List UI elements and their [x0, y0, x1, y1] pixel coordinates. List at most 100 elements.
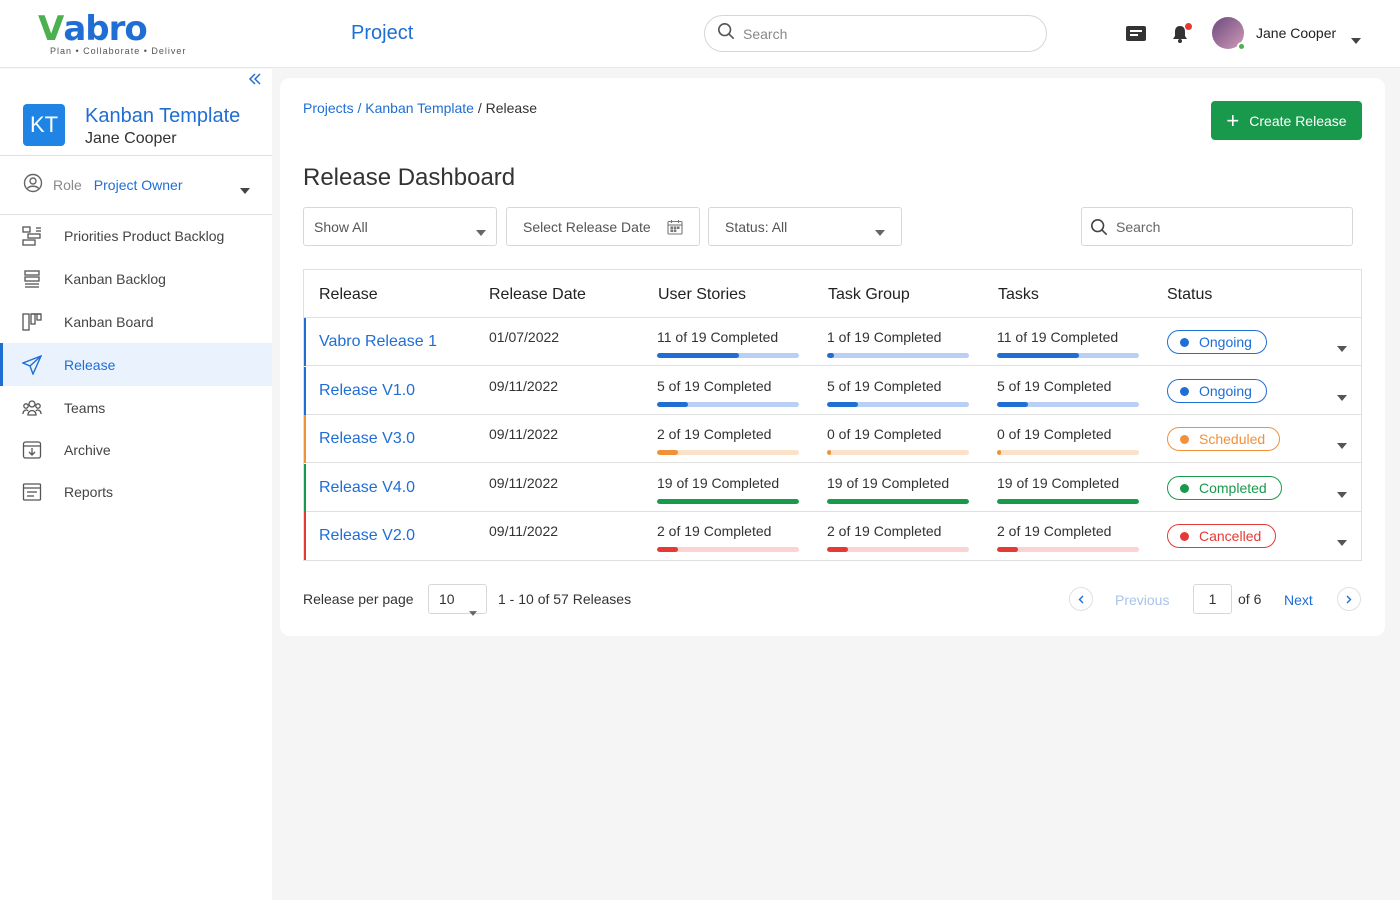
row-expand-chevron-icon[interactable] — [1337, 485, 1347, 503]
status-badge: Ongoing — [1167, 379, 1267, 403]
tasks-progress: 0 of 19 Completed — [997, 426, 1139, 455]
table-row[interactable]: Release V2.0 09/11/2022 2 of 19 Completed… — [304, 512, 1361, 560]
user-stories-progress-text: 5 of 19 Completed — [657, 378, 772, 394]
task-group-progress-track — [827, 402, 969, 407]
release-date: 09/11/2022 — [489, 475, 559, 491]
breadcrumb-separator: / — [353, 100, 366, 116]
user-stories-progress-fill — [657, 402, 689, 407]
table-row[interactable]: Release V3.0 09/11/2022 2 of 19 Completed… — [304, 415, 1361, 463]
page-title: Project — [351, 22, 414, 44]
table-header: Release Release Date User Stories Task G… — [304, 270, 1361, 318]
message-icon[interactable] — [1125, 24, 1147, 47]
release-name-link[interactable]: Release V2.0 — [319, 527, 415, 545]
row-status-indicator — [304, 512, 306, 560]
previous-page-chevron-icon[interactable] — [1069, 587, 1093, 611]
online-status-dot — [1237, 42, 1246, 51]
sidebar-item-label: Priorities Product Backlog — [64, 227, 225, 244]
release-name-link[interactable]: Release V3.0 — [319, 430, 415, 448]
user-stories-progress-track — [657, 499, 799, 504]
next-page-button[interactable]: Next — [1284, 592, 1313, 608]
per-page-select[interactable]: 10 — [428, 584, 487, 616]
row-expand-chevron-icon[interactable] — [1337, 339, 1347, 357]
release-date-picker[interactable]: Select Release Date — [506, 207, 700, 246]
release-name-link[interactable]: Release V1.0 — [319, 382, 415, 400]
tasks-progress-fill — [997, 353, 1080, 358]
status-dot — [1180, 386, 1189, 396]
breadcrumb-projects[interactable]: Projects — [303, 100, 354, 116]
show-filter-dropdown[interactable]: Show All — [303, 207, 497, 246]
tasks-progress-track — [997, 547, 1139, 552]
table-row[interactable]: Release V1.0 09/11/2022 5 of 19 Completed… — [304, 367, 1361, 415]
collapse-sidebar-icon[interactable] — [248, 72, 262, 91]
user-stories-progress: 11 of 19 Completed — [657, 329, 799, 358]
user-stories-progress: 5 of 19 Completed — [657, 378, 799, 407]
role-label: Role — [53, 177, 82, 193]
status-dot — [1180, 483, 1189, 493]
role-selector[interactable]: Role Project Owner — [23, 173, 253, 197]
task-group-progress-fill — [827, 547, 849, 552]
status-badge: Ongoing — [1167, 330, 1267, 354]
breadcrumb-kanban-template[interactable]: Kanban Template — [365, 100, 474, 116]
create-release-button[interactable]: + Create Release — [1211, 101, 1362, 140]
user-stories-progress-text: 19 of 19 Completed — [657, 475, 780, 491]
table-row[interactable]: Release V4.0 09/11/2022 19 of 19 Complete… — [304, 464, 1361, 512]
archive-icon — [22, 440, 42, 460]
sidebar-item-teams[interactable]: Teams — [0, 386, 272, 429]
status-label: Ongoing — [1199, 383, 1252, 399]
notification-bell-icon[interactable] — [1171, 23, 1192, 48]
breadcrumb-current: Release — [485, 100, 538, 116]
page-number-input[interactable]: 1 — [1193, 584, 1232, 614]
release-name-link[interactable]: Vabro Release 1 — [319, 333, 437, 351]
column-header-task-group[interactable]: Task Group — [828, 286, 910, 304]
avatar[interactable] — [1212, 17, 1246, 51]
row-expand-chevron-icon[interactable] — [1337, 533, 1347, 551]
column-header-user-stories[interactable]: User Stories — [658, 286, 746, 304]
previous-page-button[interactable]: Previous — [1115, 592, 1169, 608]
table-row[interactable]: Vabro Release 1 01/07/2022 11 of 19 Compl… — [304, 318, 1361, 366]
column-header-status[interactable]: Status — [1167, 286, 1212, 304]
column-header-release[interactable]: Release — [319, 286, 378, 304]
per-page-value: 10 — [439, 591, 455, 607]
user-name[interactable]: Jane Cooper — [1256, 25, 1336, 41]
row-expand-chevron-icon[interactable] — [1337, 436, 1347, 454]
tasks-progress-track — [997, 450, 1139, 455]
global-search-input[interactable]: Search — [704, 15, 1047, 52]
column-header-release-date[interactable]: Release Date — [489, 286, 586, 304]
logo-v: V — [38, 9, 64, 49]
task-group-progress-text: 1 of 19 Completed — [827, 329, 942, 345]
chevron-down-icon[interactable] — [1351, 31, 1361, 49]
calendar-icon — [667, 219, 683, 238]
release-date-placeholder: Select Release Date — [523, 218, 651, 235]
user-stories-progress: 2 of 19 Completed — [657, 426, 799, 455]
sidebar-item-priorities-product-backlog[interactable]: Priorities Product Backlog — [0, 214, 272, 257]
task-group-progress: 2 of 19 Completed — [827, 523, 969, 552]
sidebar-item-label: Archive — [64, 441, 111, 458]
sidebar-item-label: Release — [64, 356, 116, 373]
vabro-logo[interactable]: Vabro Plan • Collaborate • Deliver — [38, 10, 186, 56]
row-expand-chevron-icon[interactable] — [1337, 388, 1347, 406]
sidebar-item-label: Reports — [64, 483, 114, 500]
column-header-tasks[interactable]: Tasks — [998, 286, 1039, 304]
status-dot — [1180, 531, 1189, 541]
sidebar-item-kanban-board[interactable]: Kanban Board — [0, 300, 272, 343]
sidebar-item-label: Teams — [64, 399, 106, 416]
sidebar-item-kanban-backlog[interactable]: Kanban Backlog — [0, 257, 272, 300]
sidebar-item-archive[interactable]: Archive — [0, 428, 272, 471]
chevron-down-icon[interactable] — [240, 181, 250, 199]
sidebar-item-reports[interactable]: Reports — [0, 470, 272, 513]
search-icon — [1090, 218, 1108, 236]
logo-tagline: Plan • Collaborate • Deliver — [50, 46, 187, 56]
chevron-down-icon — [469, 597, 477, 625]
sidebar-item-release[interactable]: Release — [0, 343, 272, 386]
status-filter-dropdown[interactable]: Status: All — [708, 207, 902, 246]
release-date: 09/11/2022 — [489, 523, 559, 539]
tasks-progress: 2 of 19 Completed — [997, 523, 1139, 552]
tasks-progress: 5 of 19 Completed — [997, 378, 1139, 407]
release-search-input[interactable]: Search — [1081, 207, 1353, 246]
search-placeholder: Search — [743, 25, 788, 42]
status-label: Scheduled — [1199, 431, 1266, 447]
project-avatar: KT — [23, 104, 65, 146]
release-name-link[interactable]: Release V4.0 — [319, 479, 415, 497]
role-value: Project Owner — [93, 177, 183, 193]
next-page-chevron-icon[interactable] — [1337, 587, 1361, 611]
